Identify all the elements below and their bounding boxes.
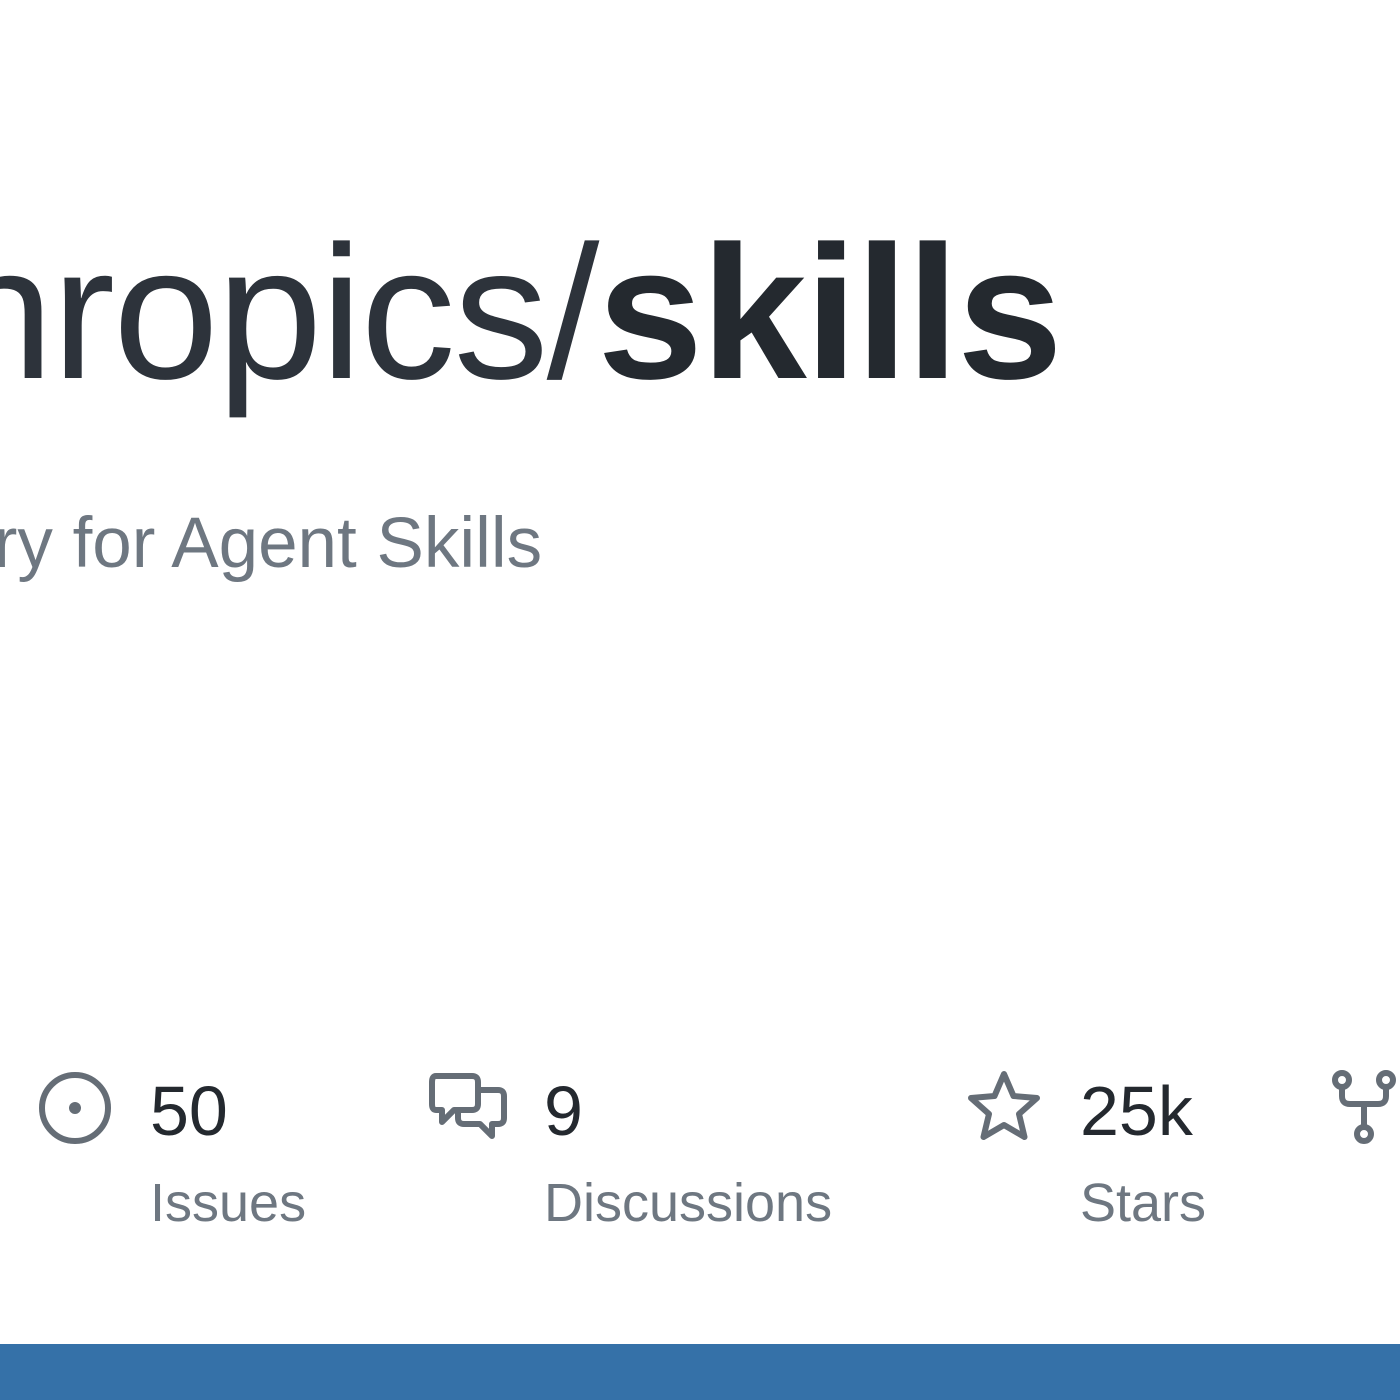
discussions-label: Discussions [544, 1173, 833, 1233]
discussions-count: 9 [544, 1072, 583, 1150]
repo-separator: / [546, 207, 600, 419]
repo-owner[interactable]: anthropics [0, 207, 549, 419]
language-color-bar [0, 1344, 1400, 1400]
issues-label: Issues [150, 1173, 307, 1233]
discussions-icon [428, 1068, 508, 1148]
repo-name[interactable]: skills [597, 207, 1062, 419]
stars-count: 25k [1080, 1072, 1193, 1150]
repo-social-card: anthropics/skills Public repository for … [0, 0, 1400, 1400]
star-icon [964, 1068, 1044, 1148]
repo-title[interactable]: anthropics/skills [0, 218, 1063, 408]
issue-opened-icon [36, 1068, 116, 1148]
fork-icon [1330, 1068, 1400, 1148]
issues-count: 50 [150, 1072, 228, 1150]
repo-description: Public repository for Agent Skills [0, 504, 543, 583]
stars-label: Stars [1080, 1173, 1207, 1233]
